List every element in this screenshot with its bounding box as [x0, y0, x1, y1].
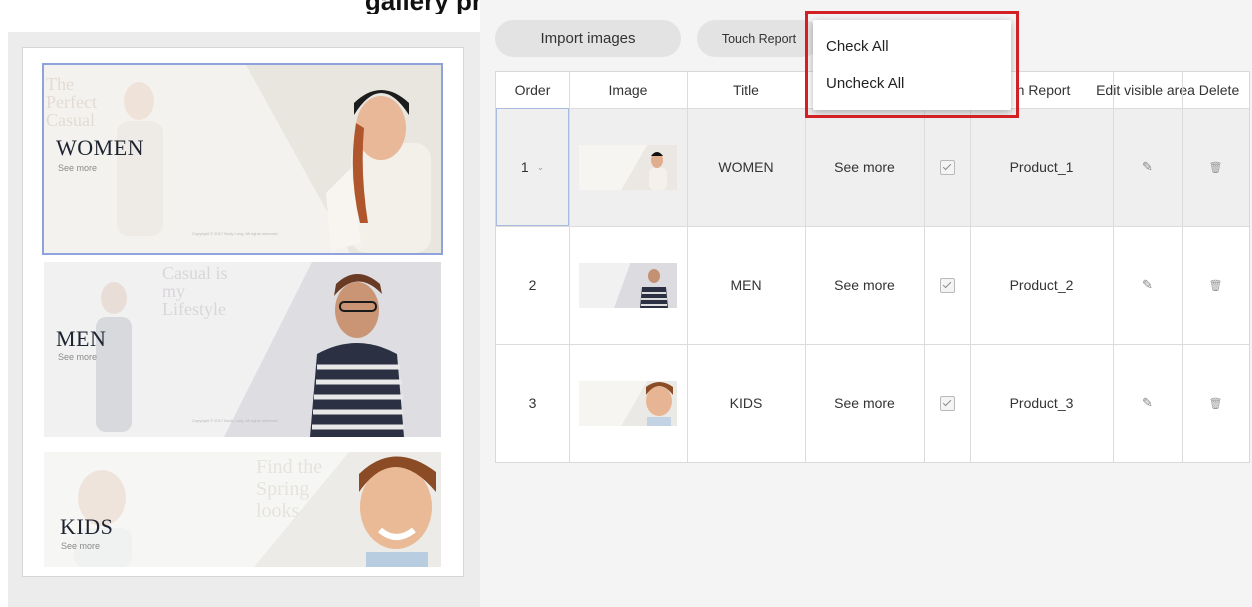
table-row[interactable]: 3 KIDS See more Product_3 ✎ 🗑 — [496, 344, 1249, 462]
image-cell — [569, 344, 687, 462]
checkbox-checked-icon — [939, 159, 955, 175]
banner-title: KIDS — [60, 514, 114, 539]
pencil-icon: ✎ — [1142, 277, 1153, 292]
trash-icon: 🗑 — [1208, 161, 1223, 174]
banner-copyright: Copyright © 2017 Body Long. All rights r… — [192, 418, 279, 423]
thumbnail-women — [579, 144, 677, 190]
menu-item-uncheck-all[interactable]: Uncheck All — [826, 75, 904, 92]
column-header-touch-report: h Report — [1016, 82, 1071, 98]
edit-visible-area-button[interactable]: ✎ — [1113, 344, 1182, 462]
delete-button[interactable]: 🗑 — [1182, 108, 1249, 226]
thumbnail-men — [579, 262, 677, 308]
man-photo — [310, 274, 404, 437]
thumbnail-kids — [579, 380, 677, 426]
title-cell[interactable]: MEN — [687, 226, 805, 344]
order-value: 1 — [520, 159, 529, 175]
column-header-image: Image — [608, 82, 648, 98]
checkbox-checked-icon — [939, 277, 955, 293]
touch-report-button[interactable]: Touch Report — [697, 20, 821, 57]
order-select[interactable]: 1 ⌄ — [496, 108, 569, 226]
delete-button[interactable]: 🗑 — [1182, 226, 1249, 344]
product-cell[interactable]: Product_1 — [970, 108, 1113, 226]
touch-report-checkbox[interactable] — [924, 344, 970, 462]
order-value: 2 — [528, 277, 537, 293]
pencil-icon: ✎ — [1142, 395, 1153, 410]
subtitle-cell[interactable]: See more — [805, 108, 924, 226]
product-cell[interactable]: Product_3 — [970, 344, 1113, 462]
banner-subtitle: See more — [58, 352, 98, 362]
banner-subtitle: See more — [58, 163, 98, 173]
banner-title: MEN — [56, 326, 107, 351]
order-select[interactable]: 2 — [496, 226, 569, 344]
menu-item-check-all[interactable]: Check All — [826, 38, 889, 55]
kid-photo — [359, 456, 436, 567]
banner-copyright: Copyright © 2017 Body Long. All rights r… — [192, 231, 279, 236]
edit-visible-area-button[interactable]: ✎ — [1113, 108, 1182, 226]
touch-report-checkbox[interactable] — [924, 226, 970, 344]
touch-report-dropdown-menu: Check All Uncheck All — [813, 20, 1011, 110]
trash-icon: 🗑 — [1208, 397, 1223, 410]
delete-button[interactable]: 🗑 — [1182, 344, 1249, 462]
column-header-delete: Delete — [1198, 82, 1240, 98]
image-cell — [569, 226, 687, 344]
order-value: 3 — [528, 395, 537, 411]
order-select[interactable]: 3 — [496, 344, 569, 462]
trash-icon: 🗑 — [1208, 279, 1223, 292]
column-header-title: Title — [733, 82, 759, 98]
column-header-order: Order — [514, 82, 551, 98]
banner-ghost-text: Find the Spring looks — [256, 456, 323, 522]
table-row[interactable]: 2 MEN See more Product_2 ✎ 🗑 — [496, 226, 1249, 344]
banner-subtitle: See more — [61, 541, 101, 551]
title-cell[interactable]: KIDS — [687, 344, 805, 462]
subtitle-cell[interactable]: See more — [805, 226, 924, 344]
edit-visible-area-button[interactable]: ✎ — [1113, 226, 1182, 344]
pencil-icon: ✎ — [1142, 159, 1153, 174]
banner-ghost-text: Casual is my Lifestyle — [162, 263, 228, 319]
image-table: Order Image Title h Report Edit visible … — [495, 71, 1250, 463]
product-cell[interactable]: Product_2 — [970, 226, 1113, 344]
touch-report-checkbox[interactable] — [924, 108, 970, 226]
banner-men[interactable]: Casual is my Lifestyle MEN See more Copy… — [44, 262, 441, 437]
title-cell[interactable]: WOMEN — [687, 108, 805, 226]
import-images-button[interactable]: Import images — [495, 20, 681, 57]
checkbox-checked-icon — [939, 395, 955, 411]
woman-photo — [326, 90, 431, 253]
banner-title: WOMEN — [56, 135, 145, 160]
chevron-down-icon: ⌄ — [536, 161, 545, 172]
banner-ghost-text: The Perfect Casual — [46, 74, 97, 130]
banner-women[interactable]: The Perfect Casual WOMEN See more Copyri… — [42, 63, 443, 255]
image-cell — [569, 108, 687, 226]
banner-kids[interactable]: Find the Spring looks KIDS See more — [44, 452, 441, 567]
table-row[interactable]: 1 ⌄ WOMEN See more Product_1 ✎ 🗑 — [496, 108, 1249, 226]
subtitle-cell[interactable]: See more — [805, 344, 924, 462]
